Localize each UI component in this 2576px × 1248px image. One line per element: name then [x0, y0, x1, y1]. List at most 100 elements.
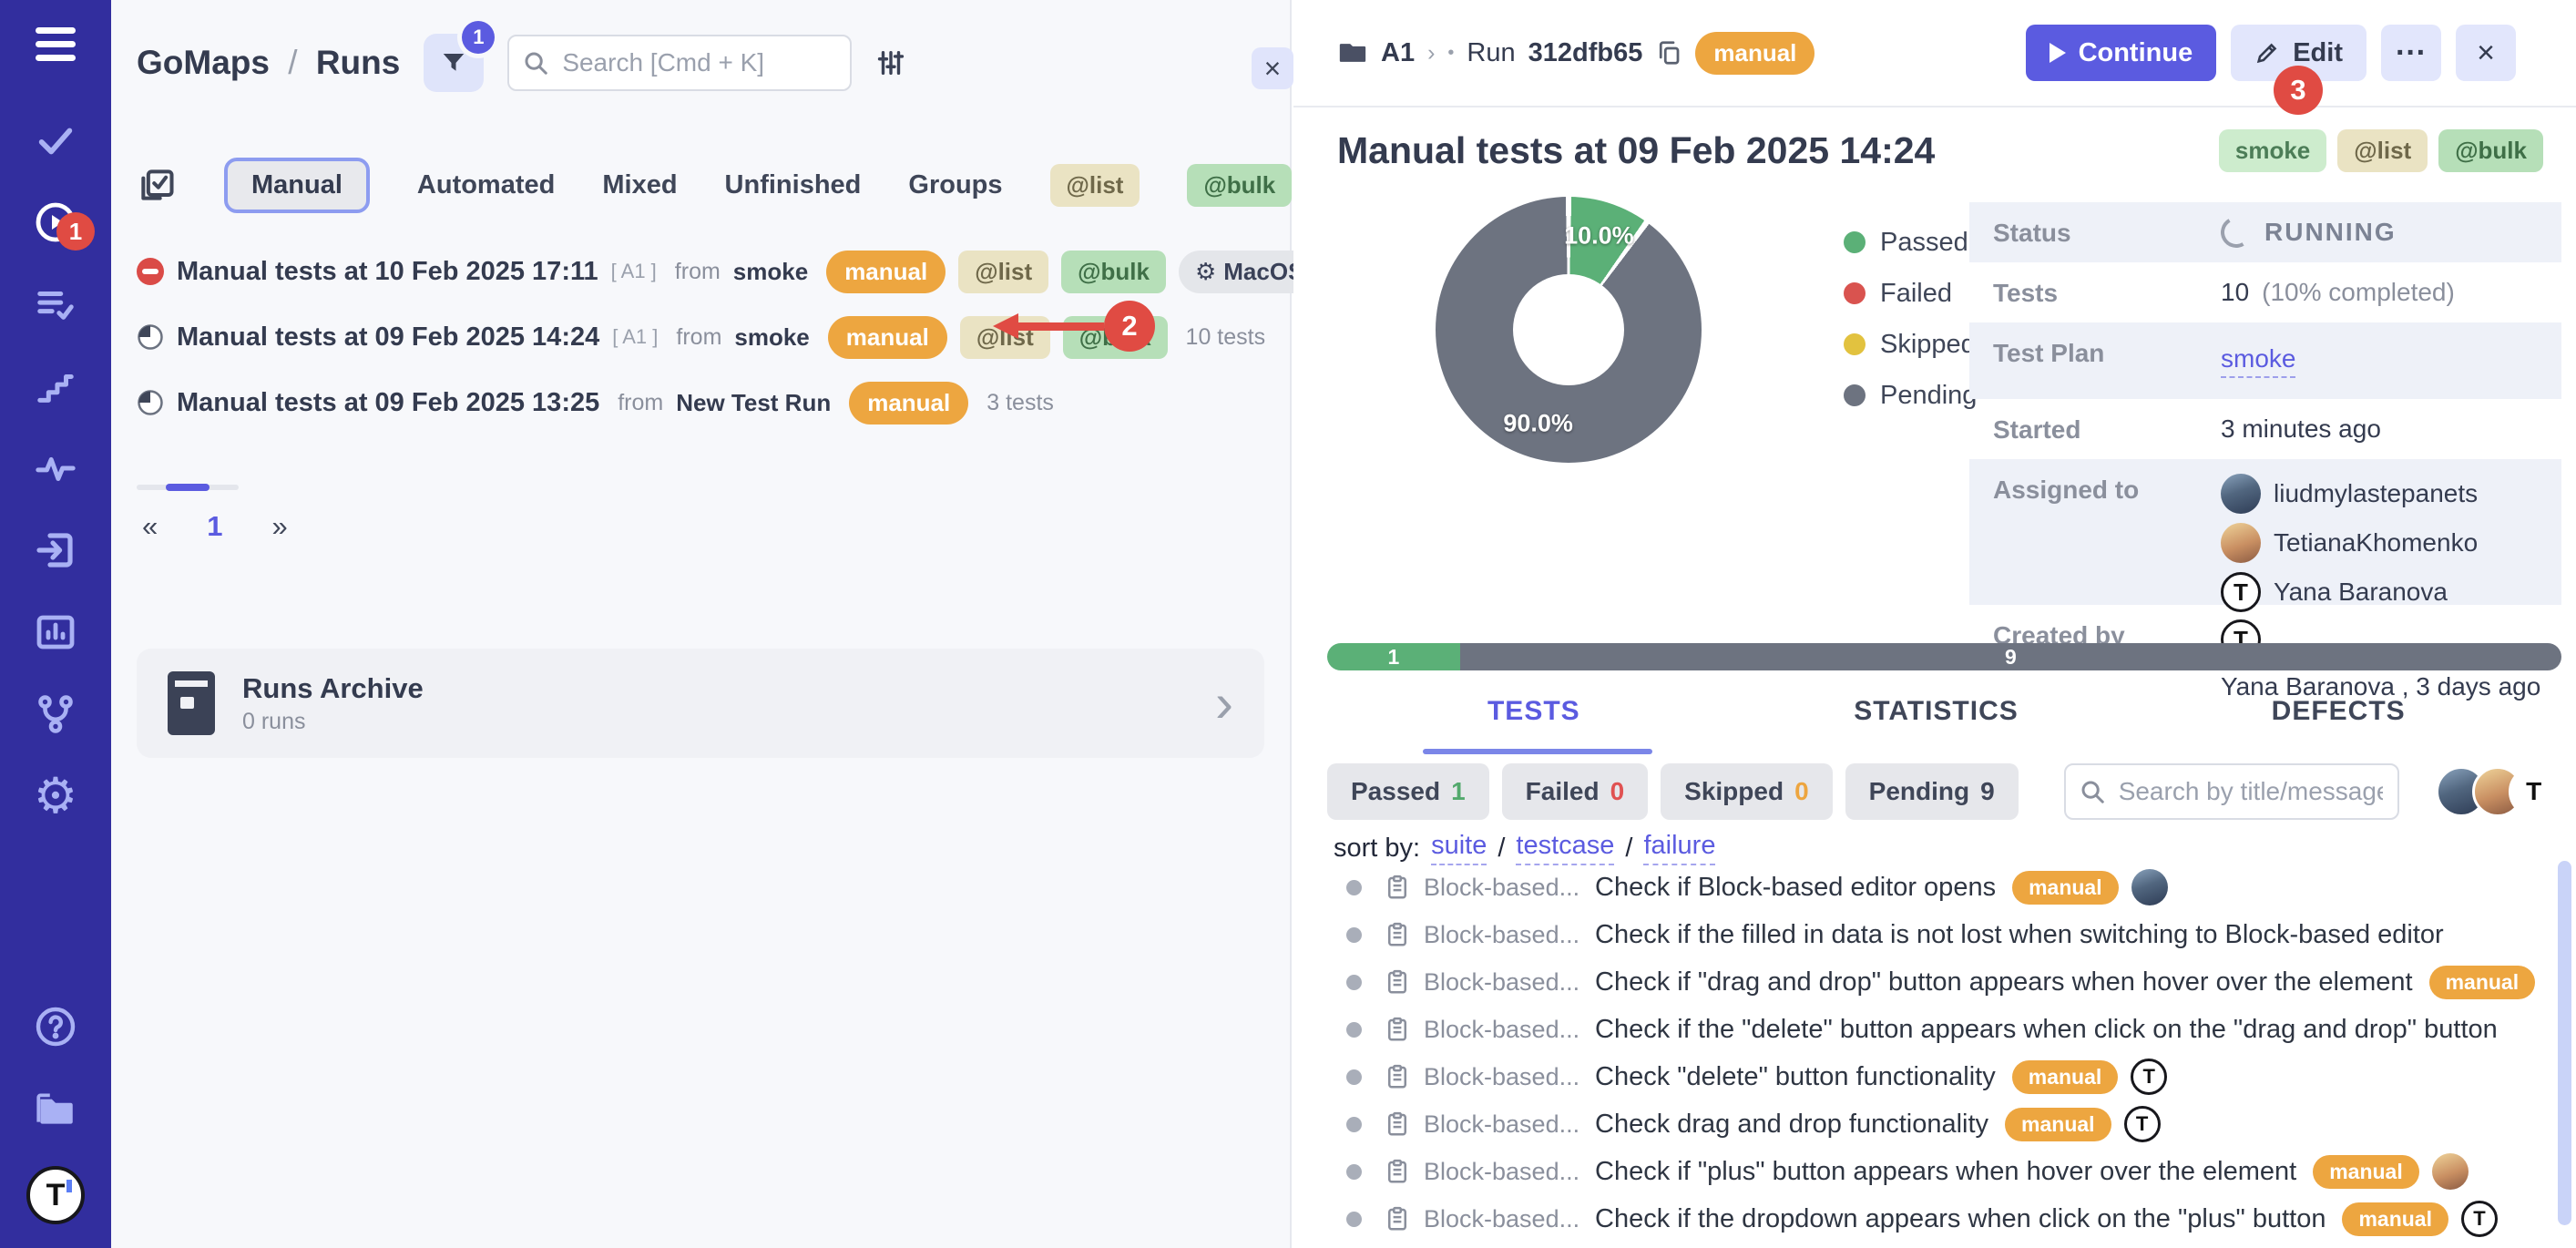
- breadcrumb-page: Runs: [316, 44, 401, 81]
- tag-list-filter[interactable]: @list: [1050, 164, 1140, 207]
- archive-count: 0 runs: [242, 709, 424, 735]
- pending-dot-icon: [1346, 880, 1362, 895]
- folder-icon[interactable]: [31, 1084, 80, 1133]
- bullet: •: [1447, 43, 1454, 64]
- pending-dot-icon: [1346, 1069, 1362, 1085]
- app-root: 1 ⚙ T: [0, 0, 2576, 1248]
- tag-bulk-filter[interactable]: @bulk: [1187, 164, 1292, 207]
- run-from-label: from: [675, 259, 721, 285]
- test-row[interactable]: Block-based... Check if the "delete" but…: [1293, 1006, 2576, 1053]
- sidebar-bottom: T: [26, 1002, 85, 1224]
- tests-search-input[interactable]: [2064, 763, 2399, 820]
- tab-mixed[interactable]: Mixed: [602, 170, 677, 200]
- tests-search: [2064, 763, 2399, 820]
- close-run-button[interactable]: ×: [2456, 25, 2516, 81]
- smoke-tag[interactable]: smoke: [2219, 129, 2326, 172]
- info-row-plan: Test Plan smoke: [1969, 322, 2561, 399]
- test-suite: Block-based...: [1424, 1158, 1580, 1186]
- runs-panel-close-button[interactable]: ×: [1252, 47, 1293, 89]
- test-row[interactable]: Block-based... Check if Block-based edit…: [1293, 864, 2576, 911]
- test-row[interactable]: Block-based... Check the dropdown option…: [1293, 1243, 2576, 1248]
- tab-tests[interactable]: TESTS: [1333, 696, 1735, 727]
- filter-pending-button[interactable]: Pending9: [1845, 763, 2019, 820]
- filter-passed-button[interactable]: Passed1: [1327, 763, 1489, 820]
- archive-title: Runs Archive: [242, 672, 424, 705]
- test-row[interactable]: Block-based... Check if "plus" button ap…: [1293, 1148, 2576, 1195]
- app-logo-avatar[interactable]: T: [26, 1166, 85, 1224]
- stopped-status-icon: [137, 258, 164, 285]
- test-suite: Block-based...: [1424, 1016, 1580, 1044]
- breadcrumb-folder[interactable]: A1: [1381, 38, 1415, 68]
- runs-search-input[interactable]: [507, 35, 852, 91]
- scrollbar-thumb[interactable]: [166, 484, 210, 491]
- assignee-avatar-stack[interactable]: T: [2436, 766, 2560, 817]
- play-circle-icon[interactable]: 1: [31, 198, 80, 247]
- sort-failure-link[interactable]: failure: [1643, 831, 1715, 865]
- test-row[interactable]: Block-based... Check drag and drop funct…: [1293, 1100, 2576, 1148]
- copy-icon[interactable]: [1655, 39, 1682, 66]
- assignee[interactable]: TYana Baranova: [2221, 572, 2478, 612]
- test-row[interactable]: Block-based... Check if the filled in da…: [1293, 911, 2576, 958]
- test-suite: Block-based...: [1424, 1205, 1580, 1233]
- select-all-icon[interactable]: [137, 165, 177, 205]
- run-row[interactable]: Manual tests at 09 Feb 2025 13:25 from N…: [137, 370, 1281, 435]
- tab-statistics[interactable]: STATISTICS: [1735, 696, 2138, 727]
- list-tag[interactable]: @list: [2337, 129, 2428, 172]
- avatar: T: [2221, 572, 2261, 612]
- play-icon: [2050, 43, 2066, 63]
- continue-button[interactable]: Continue: [2026, 25, 2217, 81]
- funnel-icon: [440, 49, 467, 77]
- runs-archive-card[interactable]: Runs Archive 0 runs ›: [137, 649, 1264, 758]
- legend-dot: [1844, 282, 1866, 304]
- run-title: Manual tests at 09 Feb 2025 14:24: [177, 322, 599, 353]
- sort-bar: sort by: suite / testcase / failure: [1334, 831, 1715, 865]
- test-row[interactable]: Block-based... Check "delete" button fun…: [1293, 1053, 2576, 1100]
- run-row[interactable]: Manual tests at 10 Feb 2025 17:11 [ A1 ]…: [137, 239, 1281, 304]
- tab-unfinished[interactable]: Unfinished: [725, 170, 862, 200]
- git-branch-icon[interactable]: [31, 690, 80, 739]
- adjustments-icon[interactable]: [875, 47, 906, 78]
- run-title-row: Manual tests at 09 Feb 2025 14:24 smoke …: [1337, 129, 2543, 172]
- pagination-next[interactable]: »: [272, 510, 288, 543]
- runs-search: [507, 35, 852, 91]
- filter-failed-button[interactable]: Failed0: [1502, 763, 1649, 820]
- steps-icon[interactable]: [31, 362, 80, 411]
- gear-icon[interactable]: ⚙: [31, 772, 80, 821]
- detail-tabs: TESTS STATISTICS DEFECTS: [1333, 696, 2540, 727]
- sign-in-icon[interactable]: [31, 526, 80, 575]
- pending-dot-icon: [1346, 1164, 1362, 1180]
- bulk-tag[interactable]: @bulk: [2438, 129, 2543, 172]
- tab-manual[interactable]: Manual: [224, 158, 370, 213]
- assignee[interactable]: liudmylastepanets: [2221, 474, 2478, 514]
- pagination-prev[interactable]: «: [142, 510, 158, 543]
- bar-chart-icon[interactable]: [31, 608, 80, 657]
- progress-passed-segment: 1: [1327, 643, 1460, 670]
- help-icon[interactable]: [31, 1002, 80, 1051]
- assignee[interactable]: TetianaKhomenko: [2221, 523, 2478, 563]
- hamburger-menu-icon[interactable]: [36, 27, 76, 61]
- info-row-tests: Tests 10(10% completed): [1969, 262, 2561, 322]
- pencil-icon: [2254, 40, 2280, 66]
- test-row[interactable]: Block-based... Check if the dropdown app…: [1293, 1195, 2576, 1243]
- list-check-icon[interactable]: [31, 280, 80, 329]
- tab-defects[interactable]: DEFECTS: [2137, 696, 2540, 727]
- vertical-scrollbar[interactable]: [2558, 861, 2571, 1225]
- clipboard-icon: [1384, 1158, 1411, 1185]
- breadcrumb-project[interactable]: GoMaps: [137, 44, 270, 81]
- test-plan-link[interactable]: smoke: [2221, 344, 2295, 378]
- filter-button[interactable]: 1: [424, 34, 484, 92]
- sort-testcase-link[interactable]: testcase: [1516, 831, 1614, 865]
- tab-groups[interactable]: Groups: [908, 170, 1002, 200]
- pagination-page-1[interactable]: 1: [207, 510, 222, 543]
- legend-passed: Passed: [1844, 217, 1977, 268]
- horizontal-scrollbar[interactable]: [137, 485, 239, 490]
- avatar: T: [2131, 1059, 2167, 1095]
- filter-skipped-button[interactable]: Skipped0: [1661, 763, 1833, 820]
- sort-suite-link[interactable]: suite: [1431, 831, 1487, 865]
- test-row[interactable]: Block-based... Check if "drag and drop" …: [1293, 958, 2576, 1006]
- check-icon[interactable]: [31, 116, 80, 165]
- more-button[interactable]: ···: [2381, 25, 2441, 81]
- activity-icon[interactable]: [31, 444, 80, 493]
- tab-automated[interactable]: Automated: [417, 170, 555, 200]
- clipboard-icon: [1384, 1110, 1411, 1138]
